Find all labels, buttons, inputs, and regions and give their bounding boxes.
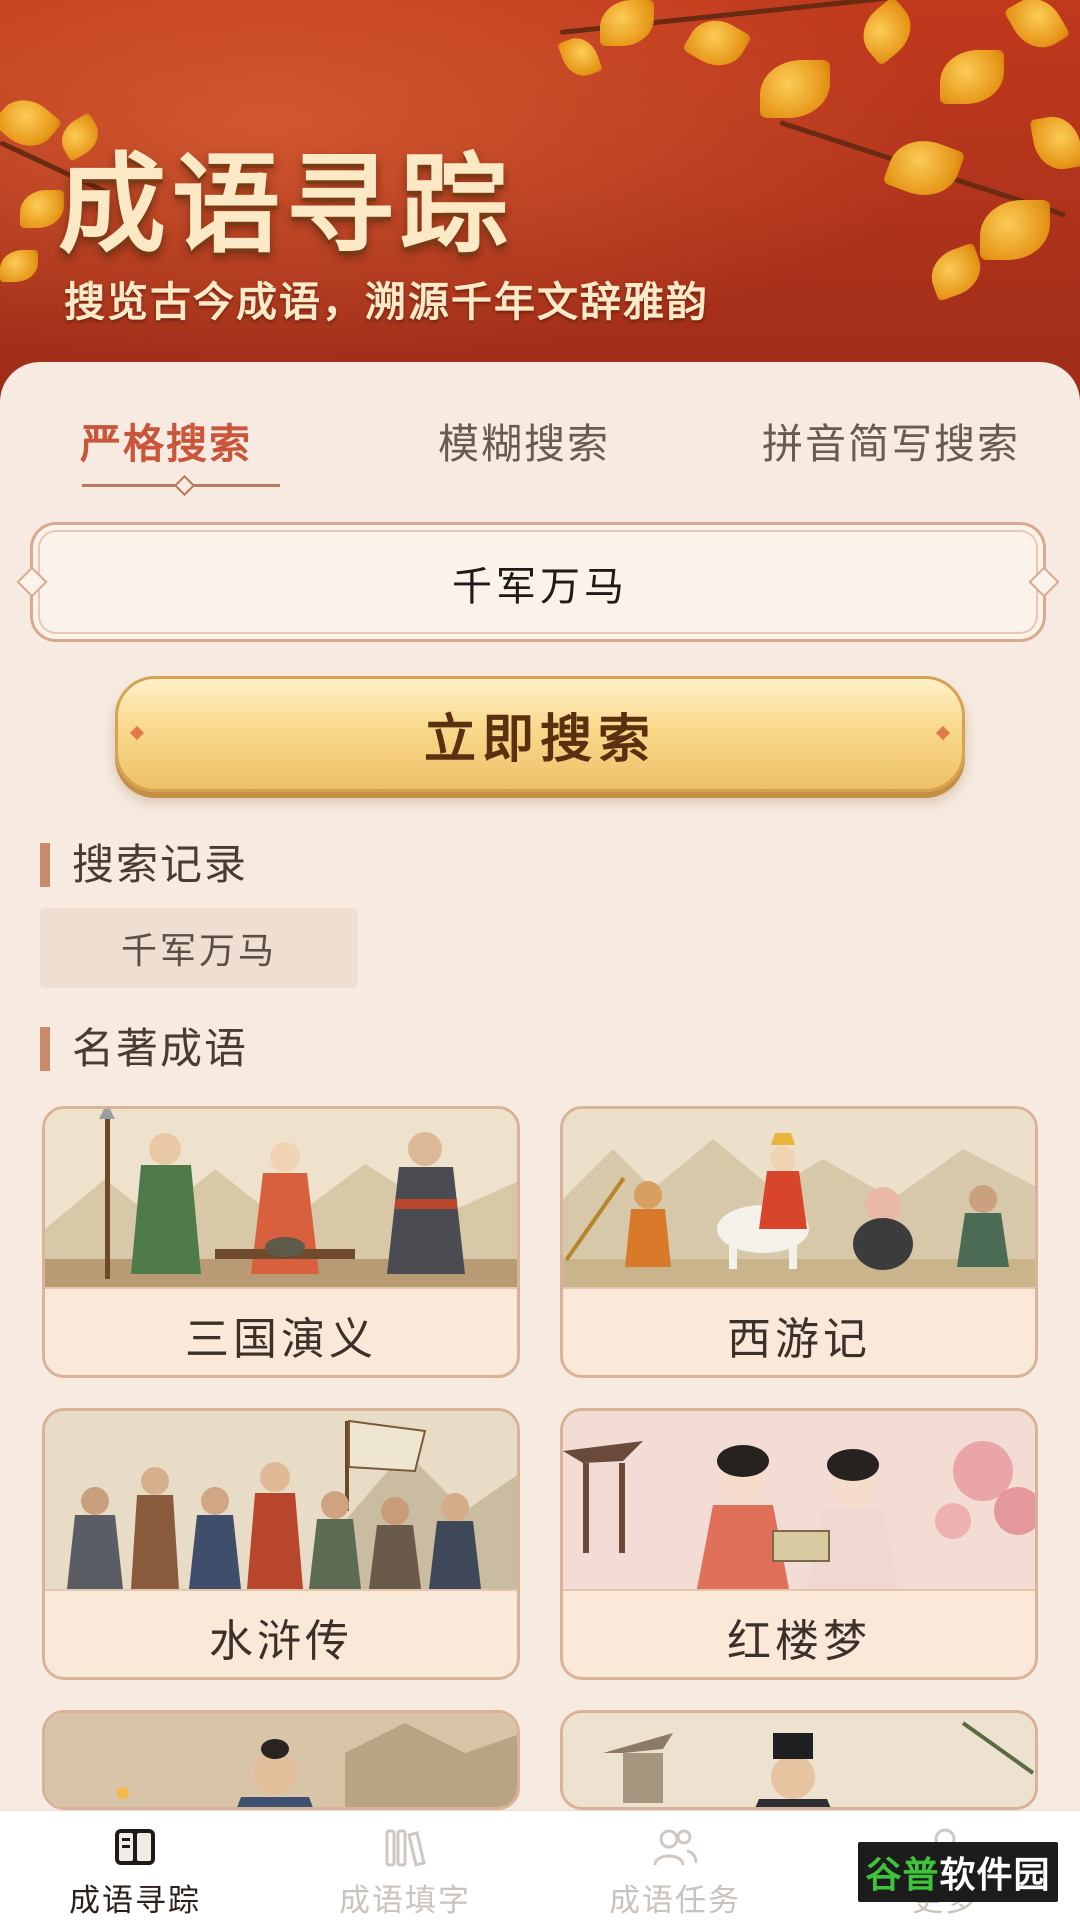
partial-illustration-right-svg (563, 1713, 1035, 1807)
book-card-partial-right[interactable] (560, 1710, 1038, 1810)
search-now-label: 立即搜索 (423, 709, 656, 770)
sanguo-illustration-svg (45, 1109, 517, 1287)
leaf-decoration (851, 0, 923, 66)
nav-item-idiom-tasks[interactable]: 成语任务 (540, 1811, 810, 1921)
history-chip[interactable]: 千军万马 (40, 908, 358, 988)
books-section-title: 名著成语 (40, 1026, 248, 1072)
nav-label-idiom-trace: 成语寻踪 (69, 1883, 201, 1919)
watermark-text-white: 软件园 (939, 1855, 1051, 1896)
tab-strict-search[interactable]: 严格搜索 (80, 410, 252, 470)
book-card-xiyou[interactable]: 西游记 (560, 1106, 1038, 1378)
shuihu-illustration (45, 1411, 517, 1589)
partial-illustration-right (563, 1713, 1035, 1807)
nav-label-idiom-fill: 成语填字 (339, 1883, 471, 1919)
book-card-shuihu[interactable]: 水浒传 (42, 1408, 520, 1680)
book-card-partial-left[interactable] (42, 1710, 520, 1810)
book-card-honglou[interactable]: 红楼梦 (560, 1408, 1038, 1680)
nav-item-idiom-fill[interactable]: 成语填字 (270, 1811, 540, 1921)
sanguo-illustration (45, 1109, 517, 1287)
leaf-decoration (0, 250, 38, 282)
partial-illustration-left-svg (45, 1713, 517, 1807)
watermark-text-green: 谷普 (865, 1855, 940, 1896)
leaf-decoration (760, 60, 830, 118)
site-watermark: 谷普 软件园 (858, 1842, 1058, 1902)
nav-item-idiom-trace[interactable]: 成语寻踪 (0, 1811, 270, 1921)
book-card-sanguo[interactable]: 三国演义 (42, 1106, 520, 1378)
nav-label-idiom-tasks: 成语任务 (609, 1883, 741, 1919)
xiyou-illustration (563, 1109, 1035, 1287)
leaf-decoration (557, 32, 603, 82)
honglou-illustration (563, 1411, 1035, 1589)
leaf-decoration (882, 130, 966, 206)
leaf-decoration (980, 200, 1050, 260)
leaf-decoration (600, 0, 654, 46)
tab-pinyin-search[interactable]: 拼音简写搜索 (762, 410, 1020, 470)
app-subtitle: 搜览古今成语，溯源千年文辞雅韵 (64, 278, 709, 326)
book-title-xiyou: 西游记 (563, 1287, 1035, 1375)
search-mode-tabs: 严格搜索 模糊搜索 拼音简写搜索 (0, 400, 1080, 520)
book-title-sanguo: 三国演义 (45, 1287, 517, 1375)
leaf-decoration (1029, 112, 1080, 174)
search-now-button[interactable]: 立即搜索 (115, 676, 965, 792)
books-shelf-icon (381, 1825, 429, 1869)
active-tab-diamond (173, 474, 196, 497)
book-title-shuihu: 水浒传 (45, 1589, 517, 1677)
book-title-honglou: 红楼梦 (563, 1589, 1035, 1677)
xiyou-illustration-svg (563, 1109, 1035, 1287)
search-input[interactable] (33, 525, 1047, 641)
button-ornament-right (935, 725, 951, 741)
tab-fuzzy-search[interactable]: 模糊搜索 (438, 410, 610, 470)
app-header: 成语寻踪 搜览古今成语，溯源千年文辞雅韵 (0, 0, 1080, 410)
users-icon (651, 1825, 699, 1869)
leaf-decoration (1003, 0, 1071, 58)
button-ornament-left (129, 725, 145, 741)
partial-illustration-left (45, 1713, 517, 1807)
shuihu-illustration-svg (45, 1411, 517, 1589)
search-box (16, 522, 1060, 642)
app-title: 成语寻踪 (58, 142, 515, 268)
leaf-decoration (940, 50, 1004, 104)
book-icon (111, 1825, 159, 1869)
history-section-title: 搜索记录 (40, 842, 248, 888)
leaf-decoration (924, 242, 988, 302)
honglou-illustration-svg (563, 1411, 1035, 1589)
